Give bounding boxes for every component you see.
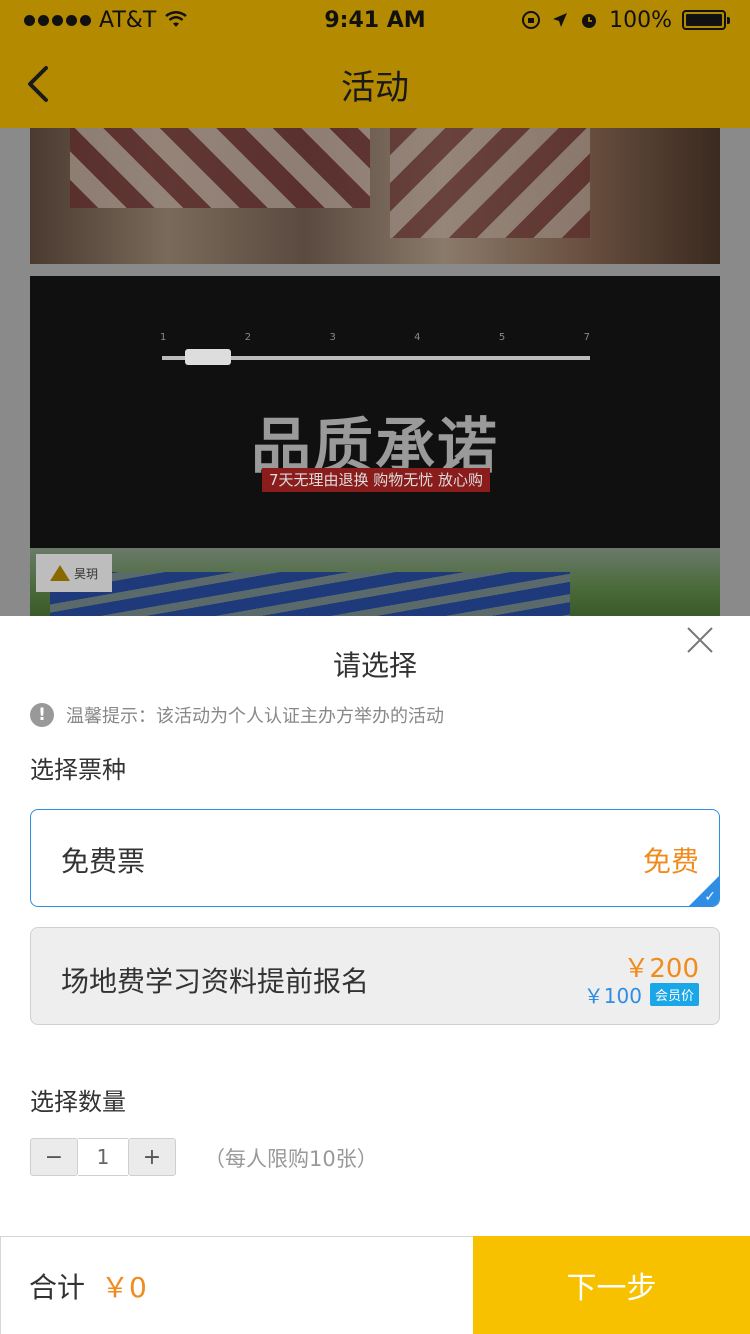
total-box: 合计 ￥0 <box>0 1236 473 1334</box>
wifi-icon <box>165 11 188 27</box>
back-arrow-icon[interactable] <box>24 62 64 106</box>
carrier-label: AT&T <box>99 7 157 33</box>
decrement-button[interactable]: − <box>30 1138 78 1176</box>
ticket-name: 免费票 <box>61 845 146 878</box>
ticket-section-label: 选择票种 <box>30 756 126 784</box>
ticket-name: 场地费学习资料提前报名 <box>61 965 370 998</box>
rotation-lock-icon <box>522 11 541 29</box>
ruler-numbers: 1 2 3 4 5 7 <box>160 332 590 343</box>
page-title: 活动 <box>341 67 409 108</box>
location-icon <box>553 13 568 27</box>
ticket-price: 免费 <box>642 845 699 878</box>
quantity-stepper: − 1 + <box>30 1138 176 1176</box>
banner-subtitle: 7天无理由退换 购物无忧 放心购 <box>262 468 490 492</box>
member-tag: 会员价 <box>649 983 699 1006</box>
signal-dots-icon <box>24 14 91 26</box>
next-step-button[interactable]: 下一步 <box>473 1236 750 1334</box>
checkout-footer: 合计 ￥0 下一步 <box>0 1236 750 1334</box>
notice-text: 温馨提示：该活动为个人认证主办方举办的活动 <box>66 706 444 727</box>
member-price: ￥100 <box>583 984 642 1008</box>
ruler-knob <box>185 349 231 365</box>
exclamation-icon: ! <box>30 703 54 727</box>
logo-icon <box>49 565 70 581</box>
purchase-limit-note: （每人限购10张） <box>204 1147 378 1171</box>
battery-percent: 100% <box>609 7 672 33</box>
ticket-option-paid[interactable]: 场地费学习资料提前报名 ￥200 ￥100 会员价 <box>30 927 720 1025</box>
furniture-photo <box>30 128 720 264</box>
warehouse-photo: 昊玥 <box>30 548 720 616</box>
alarm-icon <box>582 14 597 28</box>
notice: ! 温馨提示：该活动为个人认证主办方举办的活动 <box>30 702 444 728</box>
total-label: 合计 <box>29 1270 86 1304</box>
background-page: AT&T 9:41 AM 100% 活动 1 2 3 4 5 7 品质承诺 7天… <box>0 0 750 616</box>
sheet-title: 请选择 <box>332 649 417 682</box>
quality-promise-banner: 1 2 3 4 5 7 品质承诺 7天无理由退换 购物无忧 放心购 <box>30 276 720 548</box>
ticket-option-free[interactable]: 免费票 免费 ✓ <box>30 809 720 907</box>
status-bar: AT&T 9:41 AM 100% <box>0 0 750 40</box>
total-value: ￥0 <box>101 1270 147 1304</box>
quantity-section-label: 选择数量 <box>30 1088 126 1116</box>
member-price-row: ￥100 会员价 <box>584 980 699 1009</box>
brand-logo: 昊玥 <box>36 554 112 592</box>
checkmark-icon: ✓ <box>704 889 716 905</box>
increment-button[interactable]: + <box>128 1138 176 1176</box>
quantity-input[interactable]: 1 <box>78 1138 128 1176</box>
battery-icon <box>682 10 730 30</box>
ticket-selection-sheet: 请选择 ! 温馨提示：该活动为个人认证主办方举办的活动 选择票种 免费票 免费 … <box>0 616 750 1334</box>
nav-bar: 活动 <box>0 40 750 128</box>
